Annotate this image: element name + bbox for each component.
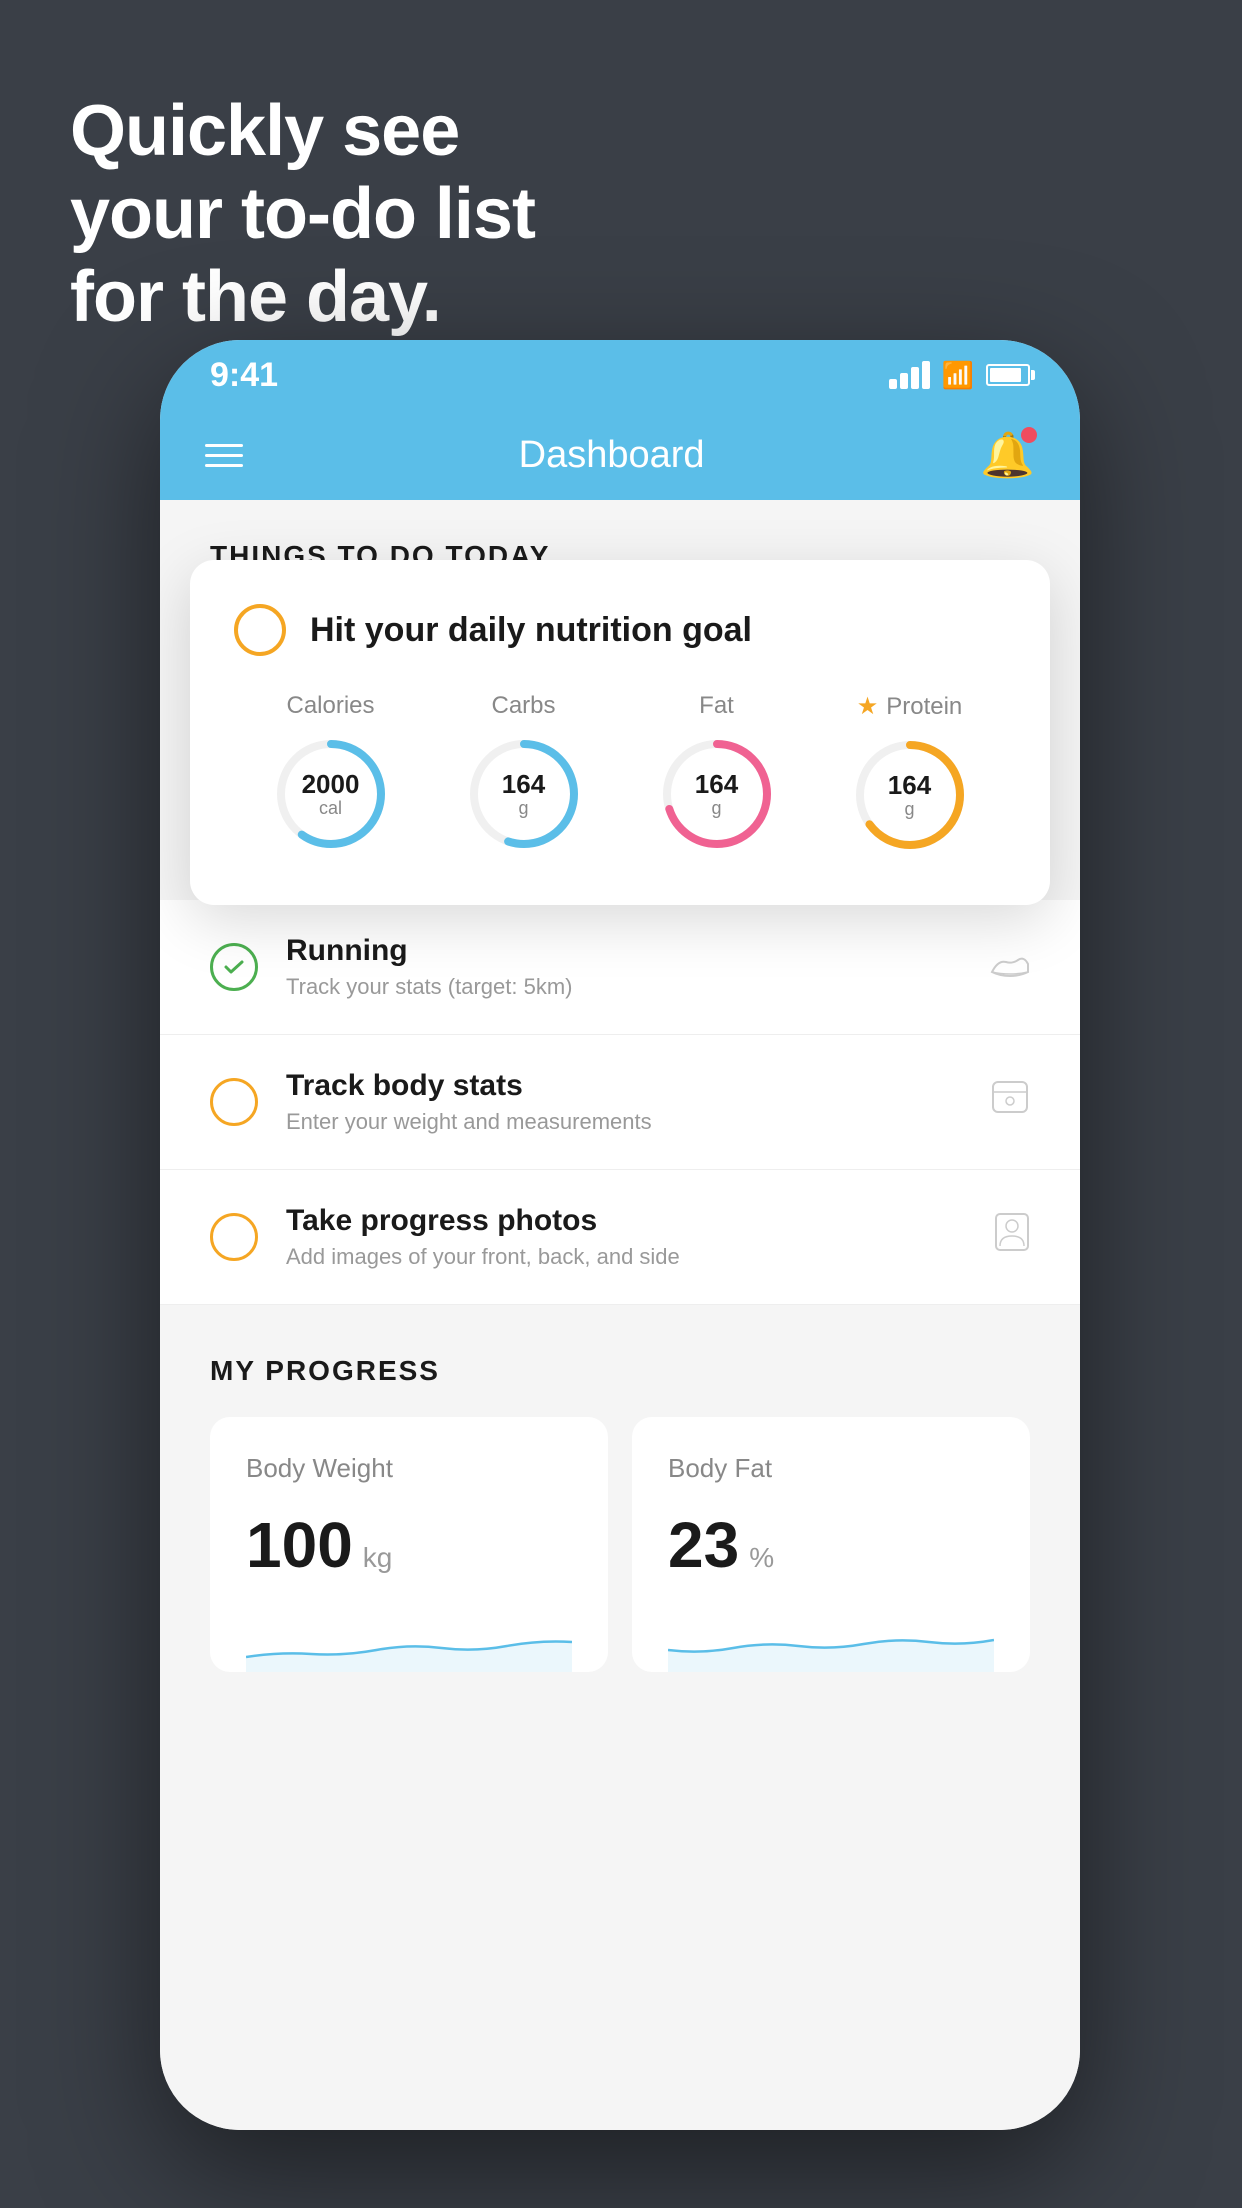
scale-icon [990, 1079, 1030, 1125]
wifi-icon: 📶 [942, 360, 974, 391]
notification-dot [1021, 427, 1037, 443]
card-title: Hit your daily nutrition goal [310, 611, 752, 650]
body-weight-chart [246, 1612, 572, 1672]
body-fat-value: 23 [668, 1508, 739, 1582]
photos-text: Take progress photos Add images of your … [286, 1204, 966, 1270]
body-weight-value-row: 100 kg [246, 1508, 572, 1582]
status-bar: 9:41 📶 [160, 340, 1080, 410]
nav-title: Dashboard [519, 434, 705, 477]
status-icons: 📶 [889, 360, 1030, 391]
signal-icon [889, 361, 930, 389]
hamburger-button[interactable] [205, 444, 243, 467]
body-fat-unit: % [749, 1542, 774, 1574]
progress-section: MY PROGRESS Body Weight 100 kg [160, 1305, 1080, 1672]
body-stats-text: Track body stats Enter your weight and m… [286, 1069, 962, 1135]
progress-cards: Body Weight 100 kg [210, 1417, 1030, 1672]
headline: Quickly see your to-do list for the day. [70, 90, 535, 338]
card-title-row: Hit your daily nutrition goal [234, 604, 1006, 656]
shoe-icon [990, 945, 1030, 990]
todo-list: Running Track your stats (target: 5km) T… [160, 900, 1080, 1672]
running-title: Running [286, 934, 962, 968]
list-item-running[interactable]: Running Track your stats (target: 5km) [160, 900, 1080, 1035]
list-item-photos[interactable]: Take progress photos Add images of your … [160, 1170, 1080, 1305]
nutrition-card: Hit your daily nutrition goal Calories 2… [190, 560, 1050, 905]
body-stats-subtitle: Enter your weight and measurements [286, 1109, 962, 1135]
progress-title: MY PROGRESS [210, 1355, 1030, 1387]
body-weight-value: 100 [246, 1508, 353, 1582]
body-fat-title: Body Fat [668, 1453, 994, 1484]
phone-mockup: 9:41 📶 Dashboard 🔔 THINGS TO DO TODAY [160, 340, 1080, 2130]
battery-icon [986, 364, 1030, 386]
protein-label-row: ★ Protein [857, 692, 963, 721]
body-weight-title: Body Weight [246, 1453, 572, 1484]
body-weight-card: Body Weight 100 kg [210, 1417, 608, 1672]
body-fat-card: Body Fat 23 % [632, 1417, 1030, 1672]
fat-label: Fat [699, 692, 734, 720]
check-running [210, 943, 258, 991]
nav-bar: Dashboard 🔔 [160, 410, 1080, 500]
check-body-stats [210, 1078, 258, 1126]
calories-label: Calories [286, 692, 374, 720]
phone-content: THINGS TO DO TODAY Hit your daily nutrit… [160, 500, 1080, 2130]
nutrition-fat: Fat 164 g [657, 692, 777, 854]
carbs-label: Carbs [491, 692, 555, 720]
running-text: Running Track your stats (target: 5km) [286, 934, 962, 1000]
check-photos [210, 1213, 258, 1261]
carbs-circle: 164 g [464, 734, 584, 854]
nutrition-calories: Calories 2000 cal [271, 692, 391, 854]
notification-button[interactable]: 🔔 [980, 429, 1035, 481]
person-icon [994, 1212, 1030, 1262]
running-subtitle: Track your stats (target: 5km) [286, 974, 962, 1000]
nutrition-protein: ★ Protein 164 g [850, 692, 970, 855]
star-icon: ★ [857, 692, 879, 721]
body-fat-value-row: 23 % [668, 1508, 994, 1582]
nutrition-carbs: Carbs 164 g [464, 692, 584, 854]
list-item-body-stats[interactable]: Track body stats Enter your weight and m… [160, 1035, 1080, 1170]
fat-circle: 164 g [657, 734, 777, 854]
body-weight-unit: kg [363, 1542, 393, 1574]
photos-subtitle: Add images of your front, back, and side [286, 1244, 966, 1270]
todo-circle-nutrition [234, 604, 286, 656]
protein-circle: 164 g [850, 735, 970, 855]
status-time: 9:41 [210, 356, 278, 395]
body-fat-chart [668, 1612, 994, 1672]
protein-label: Protein [886, 693, 962, 721]
calories-circle: 2000 cal [271, 734, 391, 854]
body-stats-title: Track body stats [286, 1069, 962, 1103]
nutrition-row: Calories 2000 cal Carbs [234, 692, 1006, 855]
photos-title: Take progress photos [286, 1204, 966, 1238]
